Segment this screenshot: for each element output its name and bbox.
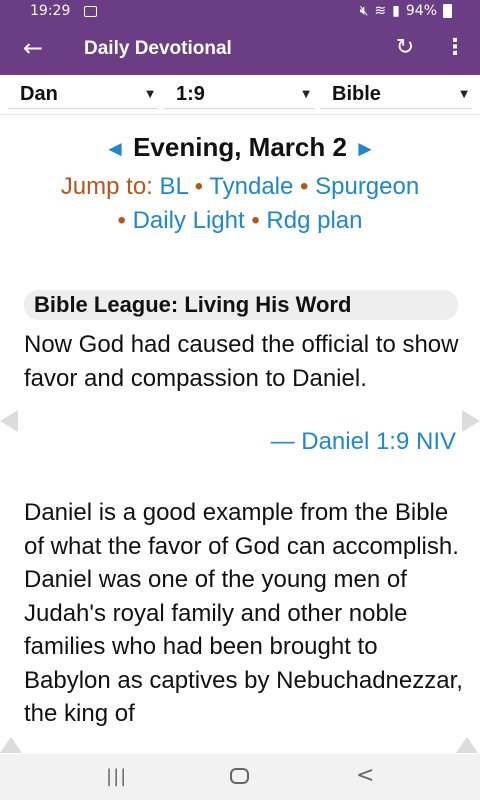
heading-text: Evening, March 2 (133, 132, 347, 162)
caret-down-icon: ▼ (146, 89, 154, 100)
separator-dot: • (117, 207, 126, 234)
back-icon[interactable]: < (356, 763, 374, 788)
battery-icon (443, 4, 452, 18)
caret-down-icon: ▼ (302, 89, 310, 100)
caret-down-icon: ▼ (460, 89, 468, 100)
status-icons: 🔇︎ ≋ ▮ 94% (360, 3, 452, 19)
refresh-icon[interactable]: ↻ (392, 35, 418, 61)
devotional-body: Daniel is a good example from the Bible … (24, 499, 463, 727)
section-title: Bible League: Living His Word (24, 290, 458, 320)
jump-link-rdg-plan[interactable]: Rdg plan (266, 207, 362, 234)
jump-link-bl[interactable]: BL (160, 173, 188, 200)
status-bar: 19:29 🔇︎ ≋ ▮ 94% (0, 0, 480, 24)
prev-page-icon[interactable] (0, 410, 18, 432)
verse-reference-link[interactable]: — Daniel 1:9 NIV (271, 428, 456, 456)
jump-link-spurgeon[interactable]: Spurgeon (315, 173, 419, 200)
page-title: Daily Devotional (84, 38, 232, 59)
status-time: 19:29 (30, 3, 71, 19)
separator-dot: • (251, 207, 260, 234)
home-icon[interactable] (230, 768, 249, 784)
battery-percent: 94% (405, 3, 437, 19)
devotional-heading: ◄ Evening, March 2 ► (0, 132, 480, 163)
wifi-icon: ≋ (374, 3, 387, 19)
jump-link-tyndale[interactable]: Tyndale (209, 173, 293, 200)
image-icon (84, 6, 97, 17)
scroll-up-icon[interactable] (456, 737, 478, 753)
next-page-icon[interactable] (462, 410, 480, 432)
verse-text: Now God had caused the official to show … (24, 331, 459, 392)
mute-icon: 🔇︎ (359, 3, 369, 19)
separator-dot: • (300, 173, 309, 200)
more-vert-icon[interactable]: ⋮ (444, 35, 466, 61)
reference-selectors: Dan ▼ 1:9 ▼ Bible ▼ (0, 75, 480, 115)
version-select[interactable]: Bible ▼ (320, 81, 472, 109)
next-day-icon[interactable]: ► (354, 136, 376, 161)
verse-value: 1:9 (176, 83, 205, 105)
app-bar: ← Daily Devotional ↻ ⋮ (0, 24, 480, 75)
scroll-up-icon[interactable] (0, 737, 22, 753)
arrow-left-icon[interactable]: ← (20, 34, 46, 62)
version-value: Bible (332, 83, 381, 105)
system-nav-bar: ||| < (0, 754, 480, 800)
jump-label: Jump to: (60, 173, 153, 200)
separator-dot: • (194, 173, 204, 200)
book-select[interactable]: Dan ▼ (8, 81, 158, 109)
verse-select[interactable]: 1:9 ▼ (164, 81, 314, 109)
recents-icon[interactable]: ||| (106, 766, 127, 787)
jump-link-daily-light[interactable]: Daily Light (133, 207, 245, 234)
prev-day-icon[interactable]: ◄ (104, 136, 126, 161)
jump-links: Jump to: BL • Tyndale • Spurgeon • Daily… (60, 170, 420, 238)
book-value: Dan (20, 83, 58, 105)
signal-icon: ▮ (392, 3, 400, 19)
devotional-content: ◄ Evening, March 2 ► Jump to: BL • Tynda… (0, 116, 480, 754)
